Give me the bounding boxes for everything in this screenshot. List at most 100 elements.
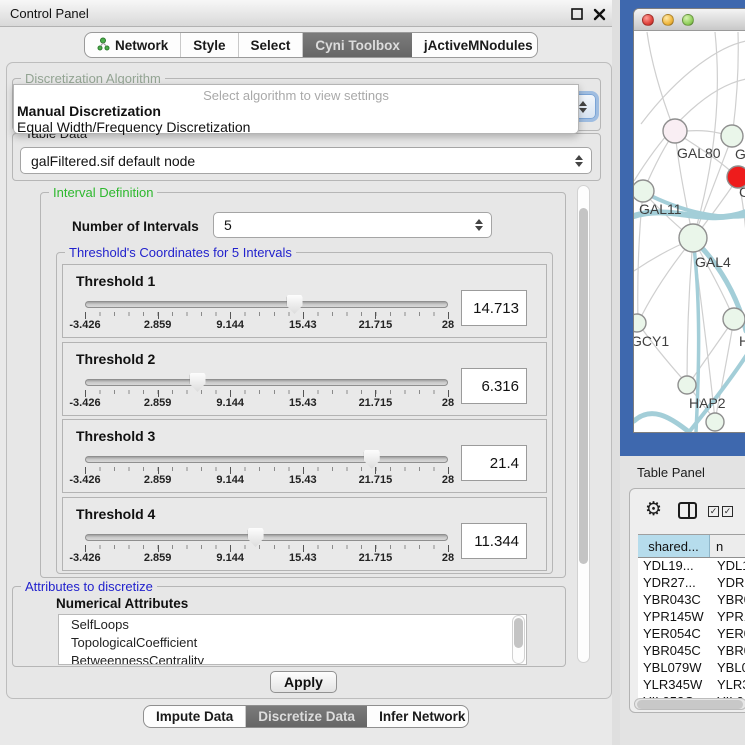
threshold-2-slider-track[interactable] — [85, 379, 448, 386]
node-label: GA — [735, 146, 745, 162]
threshold-4-slider-track[interactable] — [85, 534, 448, 541]
node-hap2[interactable] — [678, 376, 696, 394]
attributes-list-scrollbar[interactable] — [512, 615, 525, 664]
node-gal11[interactable] — [634, 180, 654, 202]
tick-label: 28 — [442, 397, 454, 409]
threshold-4-box: Threshold 4 -3.426 2.859 9.144 15.43 21.… — [62, 497, 547, 571]
panel-vertical-scrollbar-thumb[interactable] — [579, 208, 588, 564]
tab-cyni-toolbox[interactable]: Cyni Toolbox — [303, 33, 412, 57]
float-icon[interactable] — [570, 7, 585, 22]
node-label: H — [739, 333, 745, 349]
tab-infer-network[interactable]: Infer Network — [367, 706, 469, 727]
node-gal4[interactable] — [679, 224, 707, 252]
network-canvas[interactable]: GAL80 GAL11 GAL4 GCY1 HAP2 GA C H — [634, 31, 745, 433]
attributes-list-scrollbar-thumb[interactable] — [514, 618, 523, 648]
network-view-window[interactable]: GAL80 GAL11 GAL4 GCY1 HAP2 GA C H — [633, 8, 745, 433]
table-panel-body: ⚙ shared... n YDL19...YDL1 YDR27...YDR2 … — [629, 488, 745, 713]
tick-label: 9.144 — [216, 474, 244, 486]
tick-label: 15.43 — [289, 319, 317, 331]
network-window-titlebar[interactable] — [634, 9, 745, 31]
panel-title: Control Panel — [10, 6, 89, 21]
tab-discretize-data[interactable]: Discretize Data — [246, 706, 367, 727]
tick-label: 21.715 — [359, 319, 393, 331]
tab-style[interactable]: Style — [181, 33, 238, 57]
table-row[interactable]: YDL19...YDL1 — [638, 558, 745, 575]
interval-definition-group-title: Interval Definition — [49, 185, 157, 200]
menu-item-equal-width-frequency[interactable]: Equal Width/Frequency Discretization — [14, 119, 578, 135]
node[interactable] — [721, 125, 743, 147]
node-gal80[interactable] — [663, 119, 687, 143]
panel-vertical-scrollbar[interactable] — [577, 185, 590, 663]
threshold-2-box: Threshold 2 -3.426 2.859 9.144 15.43 21.… — [62, 342, 547, 416]
threshold-3-box: Threshold 3 -3.426 2.859 9.144 15.43 21.… — [62, 419, 547, 493]
tick-label: 9.144 — [216, 319, 244, 331]
numerical-attributes-label: Numerical Attributes — [56, 596, 188, 611]
tab-network[interactable]: Network — [85, 33, 181, 57]
node-label: GCY1 — [634, 333, 669, 349]
minimize-light-icon[interactable] — [662, 14, 674, 26]
table-row[interactable]: YPR145WYPR1 — [638, 609, 745, 626]
threshold-3-slider-track[interactable] — [85, 456, 448, 463]
split-column-icon[interactable] — [678, 502, 697, 519]
node-label: GAL11 — [639, 201, 682, 217]
num-intervals-value: 5 — [224, 217, 232, 233]
tick-label: -3.426 — [69, 552, 100, 564]
table-row[interactable]: YDR27...YDR2 — [638, 575, 745, 592]
tick-label: 2.859 — [144, 474, 172, 486]
tick-label: -3.426 — [69, 474, 100, 486]
table-data-combobox[interactable]: galFiltered.sif default node — [20, 147, 592, 174]
tick-label: 9.144 — [216, 552, 244, 564]
tick-label: 21.715 — [359, 552, 393, 564]
node-label: GAL80 — [677, 145, 721, 161]
table-data-selected-value: galFiltered.sif default node — [31, 153, 195, 169]
apply-button[interactable]: Apply — [270, 671, 337, 693]
column-header-name[interactable]: n — [710, 535, 745, 557]
tab-select[interactable]: Select — [239, 33, 304, 57]
node[interactable] — [706, 413, 724, 431]
node-gcy1[interactable] — [634, 314, 646, 332]
threshold-1-value-input[interactable] — [461, 290, 527, 326]
table-row[interactable]: YBL079WYBL0 — [638, 660, 745, 677]
node[interactable] — [723, 308, 745, 330]
checkbox-checked-icon[interactable] — [708, 506, 719, 517]
close-light-icon[interactable] — [642, 14, 654, 26]
network-icon — [97, 37, 110, 54]
table-row[interactable]: YBR045CYBR0 — [638, 643, 745, 660]
algorithm-placeholder: Select algorithm to view settings — [14, 85, 578, 103]
list-item[interactable]: BetweennessCentrality — [59, 651, 526, 665]
threshold-1-slider-track[interactable] — [85, 301, 448, 308]
table-header-row: shared... n — [638, 534, 745, 558]
table-row[interactable]: YLR345WYLR3 — [638, 677, 745, 694]
threshold-3-value-input[interactable] — [461, 445, 527, 481]
column-header-shared-name[interactable]: shared... — [638, 535, 710, 557]
tab-impute-data[interactable]: Impute Data — [144, 706, 246, 727]
zoom-light-icon[interactable] — [682, 14, 694, 26]
threshold-4-label: Threshold 4 — [76, 506, 155, 522]
list-item[interactable]: TopologicalCoefficient — [59, 633, 526, 651]
list-item[interactable]: SelfLoops — [59, 615, 526, 633]
tick-label: 28 — [442, 319, 454, 331]
threshold-2-value-input[interactable] — [461, 368, 527, 404]
chevron-updown-icon — [475, 219, 483, 231]
gear-icon[interactable]: ⚙ — [645, 500, 662, 519]
tick-label: 15.43 — [289, 474, 317, 486]
table-horizontal-scrollbar-thumb[interactable] — [637, 700, 743, 709]
tick-label: 2.859 — [144, 319, 172, 331]
threshold-3-label: Threshold 3 — [76, 428, 155, 444]
tab-jactivemnodules[interactable]: jActiveMNodules — [412, 33, 538, 57]
threshold-1-box: Threshold 1 -3.426 2.859 9.144 15.43 21.… — [62, 264, 547, 338]
threshold-1-ticks — [85, 312, 448, 319]
table-horizontal-scrollbar[interactable] — [634, 698, 745, 710]
checkbox-checked-icon[interactable] — [722, 506, 733, 517]
menu-item-manual-discretization[interactable]: Manual Discretization — [14, 103, 578, 119]
num-intervals-combobox[interactable]: 5 — [213, 212, 492, 238]
table-row[interactable]: YBR043CYBR0 — [638, 592, 745, 609]
tick-label: 28 — [442, 552, 454, 564]
control-panel-titlebar: Control Panel — [0, 0, 618, 27]
table-row[interactable]: YER054CYER0 — [638, 626, 745, 643]
close-icon[interactable] — [592, 7, 607, 22]
numerical-attributes-list: SelfLoops TopologicalCoefficient Between… — [58, 614, 527, 665]
control-panel-tabs: Network Style Select Cyni Toolbox jActiv… — [84, 32, 538, 58]
threshold-4-value-input[interactable] — [461, 523, 527, 559]
thresholds-group-title: Threshold's Coordinates for 5 Intervals — [65, 245, 296, 260]
